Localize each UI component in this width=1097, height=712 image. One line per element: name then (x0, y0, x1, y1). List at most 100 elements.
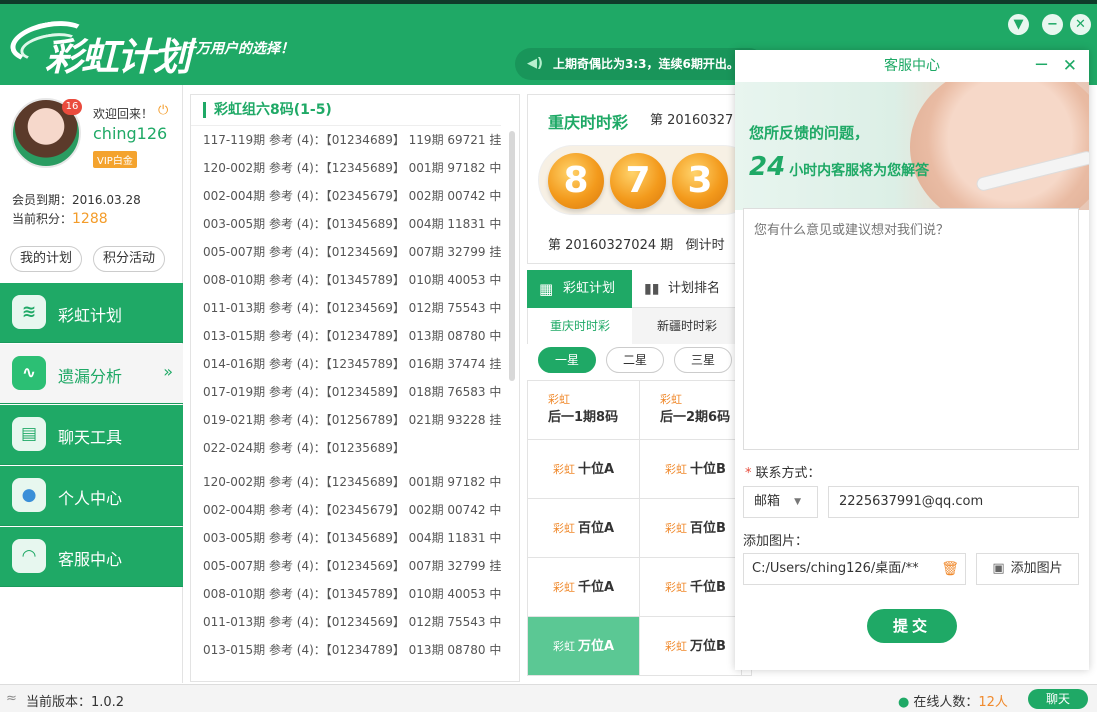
grid-cell-selected[interactable]: 彩虹 万位A (528, 617, 640, 676)
list-item[interactable]: 005-007期 参考 (4)：【01234569】 007期 32799 挂 (191, 552, 501, 580)
grid-cell[interactable]: 彩虹 十位A (528, 440, 640, 499)
image-label: 添加图片： (743, 534, 809, 549)
subtab-chongqing[interactable]: 重庆时时彩 (527, 308, 632, 344)
contact-type-value: 邮箱 (754, 494, 781, 509)
member-expire: 会员到期：2016.03.28 (12, 191, 141, 208)
list-item[interactable]: 008-010期 参考 (4)：【01345789】 010期 40053 中 (191, 266, 501, 294)
list-item[interactable]: 008-010期 参考 (4)：【01345789】 010期 40053 中 (191, 580, 501, 608)
grid-icon: ▦ (539, 280, 554, 298)
user-icon: ● (12, 478, 46, 512)
minus-icon[interactable]: − (1034, 50, 1049, 80)
chat-button[interactable]: 聊天 (1028, 689, 1088, 709)
notification-badge: 16 (62, 99, 82, 115)
my-plan-button[interactable]: 我的计划 (10, 246, 83, 272)
tab-label: 彩虹计划 (563, 281, 616, 296)
speaker-icon: ◀) (527, 56, 543, 71)
list-item[interactable]: 019-021期 参考 (4)：【01256789】 021期 93228 挂 (191, 406, 501, 434)
list-item[interactable]: 117-119期 参考 (4)：【01234689】 119期 69721 挂 (191, 126, 501, 154)
shirt-icon[interactable]: ▼ (1008, 14, 1029, 35)
user-icon: ● (898, 695, 910, 710)
expire-label: 会员到期： (12, 193, 73, 207)
list-item[interactable]: 002-004期 参考 (4)：【02345679】 002期 00742 中 (191, 182, 501, 210)
banner-line2: 24 小时内客服将为您解答 (749, 152, 929, 182)
tab-rainbow-plan[interactable]: ▦ 彩虹计划 (527, 270, 632, 308)
grid-head[interactable]: 彩虹 后一1期8码 (528, 381, 640, 440)
list-item[interactable]: 014-016期 参考 (4)：【12345789】 016期 37474 挂 (191, 350, 501, 378)
subtab-xinjiang[interactable]: 新疆时时彩 (632, 308, 742, 344)
close-icon[interactable]: ✕ (1070, 14, 1091, 35)
grid-cell[interactable]: 彩虹 百位A (528, 499, 640, 558)
cell-label: 十位B (690, 462, 726, 477)
lottery-issue: 第 20160327 (650, 113, 734, 128)
vip-badge: VIP白金 (93, 151, 137, 168)
list-item[interactable]: 002-004期 参考 (4)：【02345679】 002期 00742 中 (191, 496, 501, 524)
grid-cell[interactable]: 彩虹 千位A (528, 558, 640, 617)
cell-tag: 彩虹 (665, 522, 688, 535)
feedback-textarea[interactable] (743, 208, 1079, 450)
cell-label: 万位B (690, 639, 726, 654)
sidebar-item-chat-tools[interactable]: ▤ 聊天工具 (0, 405, 183, 465)
star-filter-two[interactable]: 二星 (606, 347, 664, 373)
minus-icon[interactable]: − (1042, 14, 1063, 35)
sidebar-item-customer-service[interactable]: ◠ 客服中心 (0, 527, 183, 587)
list-item[interactable]: 120-002期 参考 (4)：【12345689】 001期 97182 中 (191, 468, 501, 496)
image-path-text: C:/Users/ching126/桌面/** (752, 561, 919, 576)
contact-label: * 联系方式： (745, 462, 821, 481)
trash-icon[interactable]: 🗑 (941, 554, 959, 584)
list-item[interactable]: 013-015期 参考 (4)：【01234789】 013期 08780 中 (191, 322, 501, 350)
rainbow-icon: ≋ (12, 295, 46, 329)
version-text: 当前版本：1.0.2 (26, 695, 125, 710)
banner-line1: 您所反馈的问题， (749, 124, 870, 142)
add-image-button[interactable]: ▣ 添加图片 (976, 553, 1079, 585)
sidebar-item-personal-center[interactable]: ● 个人中心 (0, 466, 183, 526)
close-icon[interactable]: ✕ (1063, 50, 1077, 82)
double-chevron-right-icon: » (163, 362, 173, 381)
lottery-panel: 重庆时时彩 第 20160327 8 7 3 第 20160327024 期 倒… (527, 94, 758, 264)
submit-button[interactable]: 提交 (867, 609, 957, 643)
add-image-label: 添加图片 (1010, 561, 1063, 576)
list-scrollbar[interactable] (509, 131, 515, 381)
list-item[interactable]: 003-005期 参考 (4)：【01345689】 004期 11831 中 (191, 210, 501, 238)
star-filter-one[interactable]: 一星 (538, 347, 596, 373)
member-points: 当前积分：1288 (12, 210, 108, 227)
sidebar-item-rainbow-plan[interactable]: ≋ 彩虹计划 (0, 283, 183, 343)
online-label: 在线人数： (913, 695, 979, 710)
list-item[interactable]: 011-013期 参考 (4)：【01234569】 012期 75543 中 (191, 608, 501, 636)
sidebar-item-missing-analysis[interactable]: ∿ 遗漏分析 » (0, 344, 183, 404)
plan-list: 117-119期 参考 (4)：【01234689】 119期 69721 挂 … (191, 125, 501, 664)
contact-input[interactable]: 2225637991@qq.com (828, 486, 1079, 518)
welcome-text: 欢迎回来！ (93, 107, 154, 121)
contact-type-select[interactable]: 邮箱 ▼ (743, 486, 818, 518)
cell-tag: 彩虹 (552, 522, 575, 535)
cell-tag: 彩虹 (665, 463, 688, 476)
cell-tag: 彩虹 (552, 581, 575, 594)
cell-tag: 彩虹 (552, 463, 575, 476)
cell-label: 百位B (690, 521, 726, 536)
service-banner: 您所反馈的问题， 24 小时内客服将为您解答 (735, 82, 1089, 210)
nav-label: 个人中心 (58, 489, 123, 508)
image-path-field[interactable]: C:/Users/ching126/桌面/** 🗑 (743, 553, 966, 585)
star-filter-three[interactable]: 三星 (674, 347, 732, 373)
cell-tag: 彩虹 (552, 640, 575, 653)
list-item[interactable]: 003-005期 参考 (4)：【01345689】 004期 11831 中 (191, 524, 501, 552)
list-item[interactable]: 011-013期 参考 (4)：【01234569】 012期 75543 中 (191, 294, 501, 322)
logo-small-icon: ≈ (6, 691, 17, 706)
list-item[interactable]: 017-019期 参考 (4)：【01234589】 018期 76583 中 (191, 378, 501, 406)
required-mark: * (745, 466, 752, 481)
cell-label: 后一2期6码 (660, 410, 731, 425)
power-icon[interactable]: ⏻ (158, 103, 168, 118)
banner-line2-text: 小时内客服将为您解答 (789, 163, 930, 179)
agent-photo (910, 82, 1089, 210)
points-activity-button[interactable]: 积分活动 (93, 246, 166, 272)
list-item[interactable]: 005-007期 参考 (4)：【01234569】 007期 32799 挂 (191, 238, 501, 266)
tab-plan-ranking[interactable]: ▮▮ 计划排名 (632, 270, 742, 308)
cell-tag: 彩虹 (665, 640, 688, 653)
list-title: 彩虹组六8码(1-5) (203, 102, 332, 118)
list-item[interactable]: 120-002期 参考 (4)：【12345689】 001期 97182 中 (191, 154, 501, 182)
list-item[interactable]: 013-015期 参考 (4)：【01234789】 013期 08780 中 (191, 636, 501, 664)
lottery-ball: 8 (548, 153, 604, 209)
list-item[interactable]: 022-024期 参考 (4)：【01235689】 (191, 434, 501, 462)
cell-label: 十位A (577, 462, 615, 477)
lottery-footer: 第 20160327024 期 倒计时 (548, 234, 725, 253)
cell-tag: 彩虹 (548, 393, 570, 406)
